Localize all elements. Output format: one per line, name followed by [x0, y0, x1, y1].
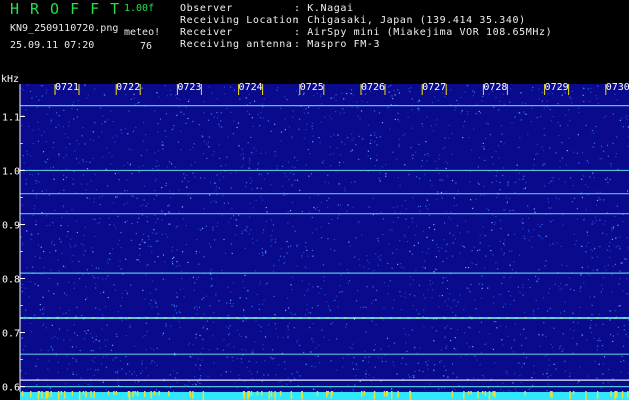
activity-speck — [57, 391, 60, 400]
activity-speck — [385, 391, 388, 396]
activity-speck — [482, 391, 484, 395]
x-tick-label: 0724 — [239, 82, 263, 93]
x-tick-label: 0725 — [300, 82, 324, 93]
activity-speck — [41, 391, 43, 399]
x-tick-label: 0727 — [422, 82, 446, 93]
activity-speck — [107, 391, 110, 395]
activity-speck — [290, 391, 293, 399]
activity-speck — [85, 391, 87, 398]
activity-speck — [247, 391, 249, 400]
activity-speck — [549, 391, 552, 397]
bottom-activity-bar — [20, 392, 629, 400]
y-tick-label: 0.8 — [2, 275, 20, 286]
activity-speck — [274, 391, 276, 400]
activity-speck — [270, 391, 273, 397]
activity-speck — [316, 391, 319, 396]
y-tick-label: 1.0 — [2, 166, 20, 177]
activity-speck — [627, 391, 629, 398]
x-tick-label: 0723 — [177, 82, 201, 93]
activity-speck — [82, 391, 85, 395]
x-tick-label: 0722 — [116, 82, 140, 93]
activity-speck — [279, 391, 282, 397]
y-tick-label: 0.9 — [2, 220, 20, 231]
activity-speck — [409, 391, 412, 400]
activity-speck — [128, 391, 131, 400]
activity-speck — [261, 391, 263, 396]
activity-speck — [551, 391, 553, 399]
activity-speck — [363, 391, 366, 396]
activity-speck — [37, 391, 40, 400]
activity-speck — [256, 391, 259, 396]
activity-speck — [189, 391, 191, 395]
activity-speck — [268, 391, 271, 399]
activity-speck — [45, 391, 48, 400]
activity-speck — [477, 391, 479, 399]
activity-speck — [615, 391, 617, 398]
activity-speck — [30, 391, 32, 398]
x-tick-label: 0726 — [361, 82, 385, 93]
activity-speck — [494, 391, 496, 398]
activity-speck — [78, 391, 81, 400]
activity-speck — [301, 391, 303, 398]
activity-speck — [113, 391, 115, 396]
spectrogram: 1.1 1.0 0.9 0.8 0.7 0.6 0721 0722 0723 0724 0725 07… — [2, 82, 629, 400]
activity-speck — [383, 391, 386, 397]
activity-speck — [243, 391, 245, 400]
activity-speck — [467, 391, 470, 395]
activity-speck — [136, 391, 139, 396]
y-tick-label: 0.7 — [2, 329, 20, 340]
x-tick-label: 0730 — [606, 82, 629, 93]
activity-speck — [596, 391, 599, 399]
plot-background — [20, 84, 629, 392]
activity-speck — [192, 391, 194, 399]
activity-speck — [71, 391, 74, 396]
activity-speck — [250, 391, 253, 396]
activity-speck — [373, 391, 376, 399]
activity-speck — [21, 391, 24, 397]
activity-speck — [50, 391, 52, 397]
activity-speck — [572, 391, 575, 395]
activity-speck — [60, 391, 63, 395]
activity-speck — [569, 391, 571, 400]
activity-speck — [361, 391, 363, 397]
activity-speck — [397, 391, 399, 398]
activity-speck — [327, 391, 330, 395]
activity-speck — [90, 391, 92, 398]
x-tick-label: 0728 — [483, 82, 507, 93]
x-tick-label: 0721 — [55, 82, 79, 93]
activity-speck — [463, 391, 465, 399]
activity-speck — [524, 391, 526, 396]
activity-speck — [492, 391, 494, 397]
activity-speck — [132, 391, 134, 397]
y-tick-label: 1.1 — [2, 112, 20, 123]
activity-speck — [451, 391, 454, 398]
activity-speck — [610, 391, 612, 397]
activity-speck — [150, 391, 152, 399]
activity-speck — [621, 391, 624, 399]
activity-speck — [93, 391, 95, 398]
activity-speck — [158, 391, 161, 396]
activity-speck — [326, 391, 328, 398]
activity-speck — [134, 391, 136, 395]
activity-speck — [470, 391, 472, 395]
activity-speck — [64, 391, 66, 399]
activity-speck — [168, 391, 170, 397]
activity-speck — [585, 391, 587, 400]
activity-speck — [115, 391, 118, 395]
activity-speck — [391, 391, 393, 399]
activity-speck — [484, 391, 487, 397]
activity-speck — [488, 391, 491, 400]
x-tick-label: 0729 — [545, 82, 569, 93]
activity-speck — [144, 391, 146, 398]
activity-speck — [153, 391, 156, 395]
activity-speck — [331, 391, 334, 395]
y-tick-label: 0.6 — [2, 383, 20, 394]
activity-speck — [202, 391, 205, 400]
